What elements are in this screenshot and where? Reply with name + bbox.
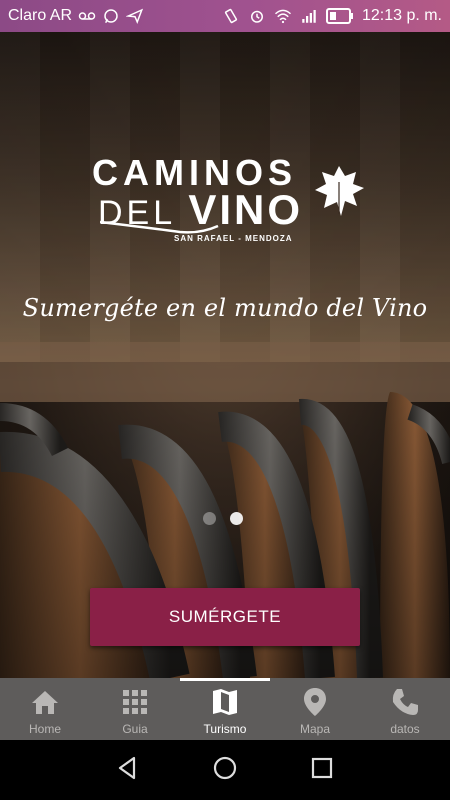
tagline: Sumergéte en el mundo del Vino <box>22 294 428 322</box>
whatsapp-icon <box>102 7 120 25</box>
status-bar: Claro AR 12:13 p. m. <box>0 0 450 32</box>
nav-item-datos[interactable]: datos <box>360 678 450 740</box>
voicemail-icon <box>78 7 96 25</box>
nav-item-mapa[interactable]: Mapa <box>270 678 360 740</box>
carrier-name: Claro AR <box>8 7 73 24</box>
send-icon <box>126 7 144 25</box>
logo-subtitle: SAN RAFAEL - MENDOZA <box>174 234 293 243</box>
bottom-navigation: Home Guia Turismo Mapa datos <box>0 678 450 740</box>
carousel-indicator[interactable] <box>203 512 243 525</box>
grid-icon <box>119 686 151 718</box>
carousel-dot-2[interactable] <box>230 512 243 525</box>
hero-banner: CAMINOS DEL VINO SAN RAFAEL - MENDOZA Su… <box>0 32 450 678</box>
sumergete-button[interactable]: SUMÉRGETE <box>90 588 360 646</box>
signal-icon <box>300 7 318 25</box>
location-pin-icon <box>299 686 331 718</box>
nav-label-turismo: Turismo <box>203 722 247 736</box>
nav-item-home[interactable]: Home <box>0 678 90 740</box>
back-icon[interactable] <box>115 755 141 786</box>
nav-label-guia: Guia <box>122 722 148 736</box>
phone-icon <box>389 686 421 718</box>
system-navigation-bar <box>0 740 450 800</box>
vibrate-icon <box>222 7 240 25</box>
map-book-icon <box>209 686 241 718</box>
clock: 12:13 p. m. <box>361 7 442 24</box>
carousel-dot-1[interactable] <box>203 512 216 525</box>
logo-swoosh <box>100 220 219 234</box>
recents-icon[interactable] <box>309 755 335 786</box>
wifi-icon <box>274 7 292 25</box>
wine-barrels-image <box>0 32 450 678</box>
nav-item-guia[interactable]: Guia <box>90 678 180 740</box>
nav-item-turismo[interactable]: Turismo <box>180 678 270 740</box>
home-icon <box>29 686 61 718</box>
alarm-icon <box>248 7 266 25</box>
home-circle-icon[interactable] <box>212 755 238 786</box>
nav-label-home: Home <box>28 722 61 736</box>
caminos-del-vino-logo: CAMINOS DEL VINO SAN RAFAEL - MENDOZA <box>90 152 370 252</box>
nav-label-mapa: Mapa <box>299 722 331 736</box>
nav-label-datos: datos <box>390 722 420 736</box>
battery-icon <box>325 7 354 25</box>
grape-leaf-icon <box>315 166 364 216</box>
